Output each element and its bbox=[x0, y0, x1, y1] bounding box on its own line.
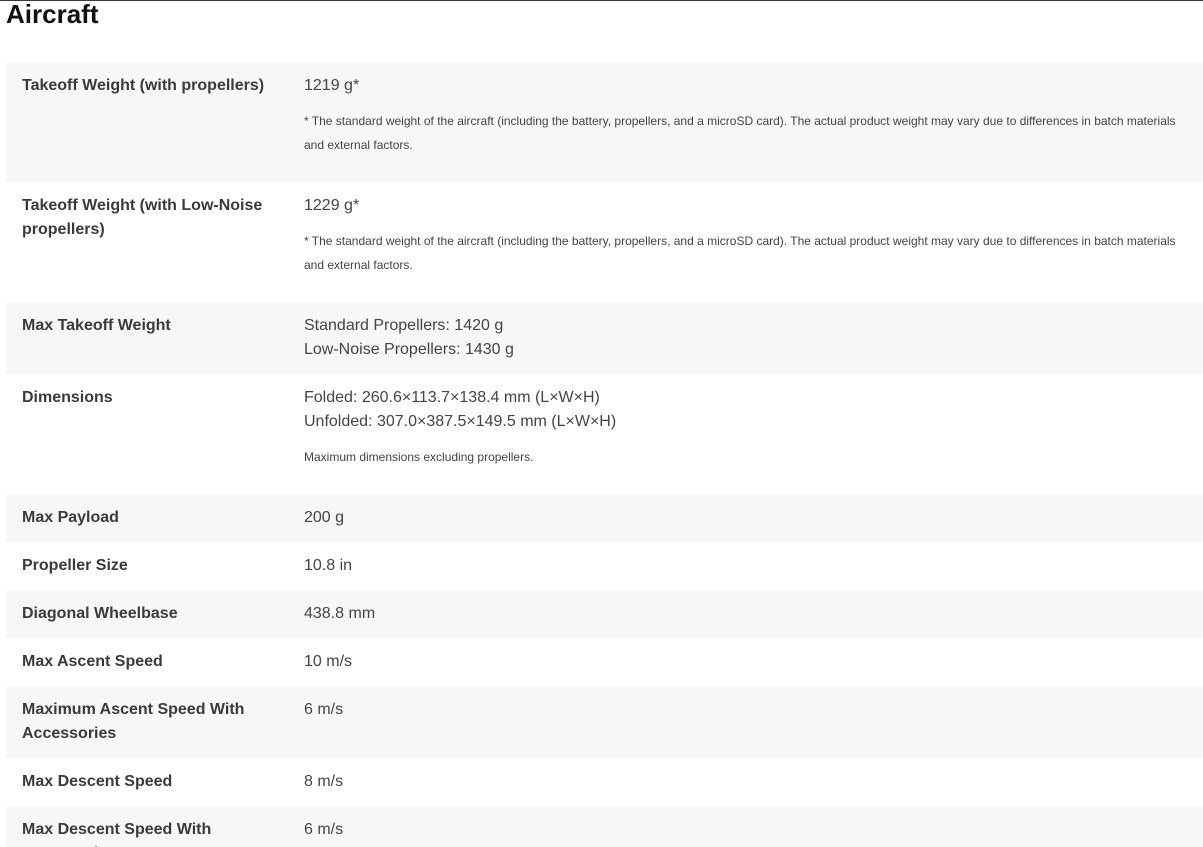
spec-row-max-descent-speed: Max Descent Speed 8 m/s bbox=[6, 758, 1203, 806]
spec-label: Diagonal Wheelbase bbox=[22, 605, 178, 622]
spec-note: Maximum dimensions excluding propellers. bbox=[304, 450, 534, 464]
spec-row-max-takeoff-weight: Max Takeoff Weight Standard Propellers: … bbox=[6, 302, 1203, 374]
spec-value-line: 8 m/s bbox=[304, 773, 344, 790]
spec-value: 6 m/s bbox=[304, 698, 1203, 746]
spec-value-line: Folded: 260.6×113.7×138.4 mm (L×W×H) bbox=[304, 389, 600, 406]
spec-row-max-descent-speed-accessories: Max Descent Speed With Accessories 6 m/s bbox=[6, 806, 1203, 847]
spec-value: 1219 g* * The standard weight of the air… bbox=[304, 74, 1203, 170]
spec-label: Takeoff Weight (with Low-Noise propeller… bbox=[22, 197, 263, 238]
spec-value-line: 1229 g* bbox=[304, 197, 360, 214]
spec-label: Maximum Ascent Speed With Accessories bbox=[22, 701, 245, 742]
spec-row-max-ascent-speed: Max Ascent Speed 10 m/s bbox=[6, 638, 1203, 686]
spec-value: 438.8 mm bbox=[304, 602, 1203, 626]
section-title: Aircraft bbox=[6, 0, 99, 29]
spec-value: 200 g bbox=[304, 506, 1203, 530]
spec-label: Dimensions bbox=[22, 389, 113, 406]
spec-value-line: Unfolded: 307.0×387.5×149.5 mm (L×W×H) bbox=[304, 413, 617, 430]
spec-value: 10.8 in bbox=[304, 554, 1203, 578]
spec-label: Max Descent Speed With Accessories bbox=[22, 821, 212, 847]
spec-page: Aircraft Takeoff Weight (with propellers… bbox=[0, 0, 1203, 847]
spec-note: * The standard weight of the aircraft (i… bbox=[304, 114, 1176, 152]
spec-value-line: 6 m/s bbox=[304, 821, 344, 838]
spec-value: 1229 g* * The standard weight of the air… bbox=[304, 194, 1203, 290]
spec-value: Standard Propellers: 1420 g Low-Noise Pr… bbox=[304, 314, 1203, 362]
spec-row-max-ascent-speed-accessories: Maximum Ascent Speed With Accessories 6 … bbox=[6, 686, 1203, 758]
spec-value: 8 m/s bbox=[304, 770, 1203, 794]
spec-value-line: 6 m/s bbox=[304, 701, 344, 718]
spec-value-line: 1219 g* bbox=[304, 77, 360, 94]
spec-label: Propeller Size bbox=[22, 557, 128, 574]
spec-label: Max Takeoff Weight bbox=[22, 317, 171, 334]
spec-label: Max Ascent Speed bbox=[22, 653, 163, 670]
spec-value-line: Low-Noise Propellers: 1430 g bbox=[304, 341, 514, 358]
spec-row-propeller-size: Propeller Size 10.8 in bbox=[6, 542, 1203, 590]
spec-label: Max Payload bbox=[22, 509, 119, 526]
spec-value: Folded: 260.6×113.7×138.4 mm (L×W×H) Unf… bbox=[304, 386, 1203, 482]
spec-row-max-payload: Max Payload 200 g bbox=[6, 494, 1203, 542]
spec-value-line: Standard Propellers: 1420 g bbox=[304, 317, 504, 334]
spec-label: Takeoff Weight (with propellers) bbox=[22, 77, 265, 94]
spec-note: * The standard weight of the aircraft (i… bbox=[304, 234, 1176, 272]
spec-value-line: 438.8 mm bbox=[304, 605, 376, 622]
spec-value: 10 m/s bbox=[304, 650, 1203, 674]
spec-value-line: 10.8 in bbox=[304, 557, 353, 574]
spec-value-line: 10 m/s bbox=[304, 653, 353, 670]
spec-table: Takeoff Weight (with propellers) 1219 g*… bbox=[6, 62, 1203, 847]
spec-row-takeoff-weight-low-noise: Takeoff Weight (with Low-Noise propeller… bbox=[6, 182, 1203, 302]
spec-value-line: 200 g bbox=[304, 509, 345, 526]
spec-label: Max Descent Speed bbox=[22, 773, 173, 790]
spec-value: 6 m/s bbox=[304, 818, 1203, 847]
spec-row-dimensions: Dimensions Folded: 260.6×113.7×138.4 mm … bbox=[6, 374, 1203, 494]
spec-row-takeoff-weight: Takeoff Weight (with propellers) 1219 g*… bbox=[6, 62, 1203, 182]
spec-row-diagonal-wheelbase: Diagonal Wheelbase 438.8 mm bbox=[6, 590, 1203, 638]
